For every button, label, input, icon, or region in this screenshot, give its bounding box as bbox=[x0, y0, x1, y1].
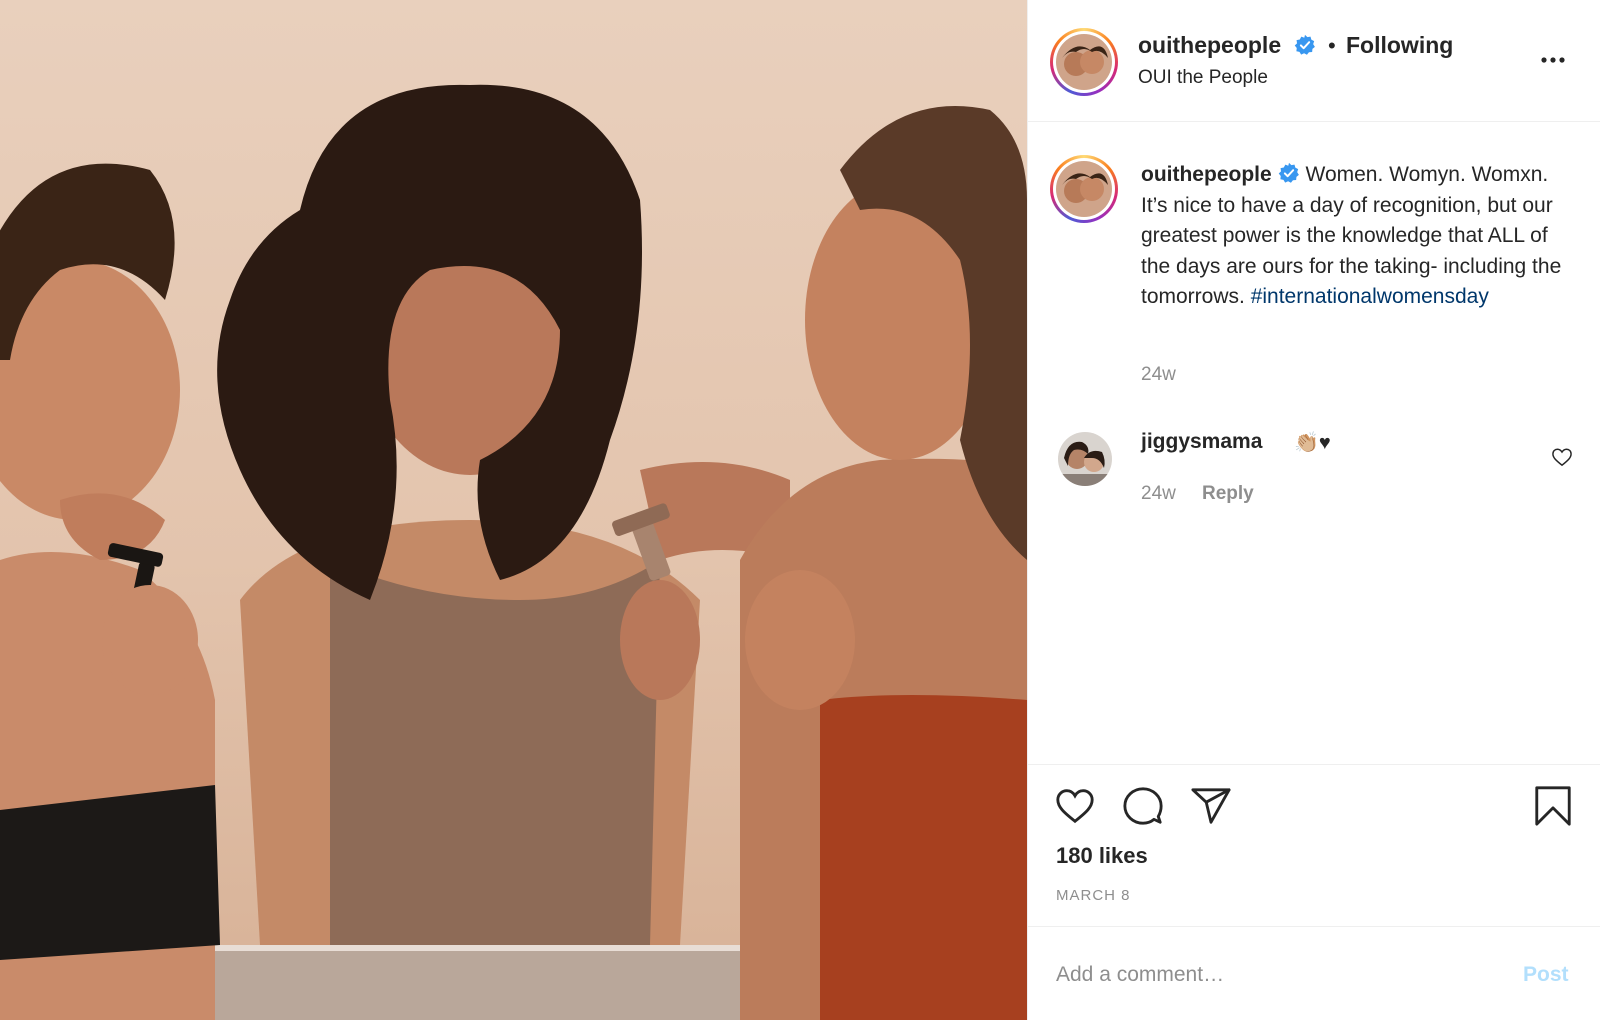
comment-timestamp[interactable]: 24w bbox=[1141, 483, 1176, 505]
caption-timestamp[interactable]: 24w bbox=[1141, 364, 1176, 386]
verified-badge-icon bbox=[1278, 162, 1299, 183]
comment-like-heart-icon[interactable] bbox=[1551, 447, 1573, 467]
add-comment-bar: Add a comment… Post bbox=[1028, 926, 1600, 1020]
header-separator: • bbox=[1328, 33, 1336, 58]
caption-avatar-image bbox=[1056, 161, 1112, 217]
author-avatar[interactable] bbox=[1050, 28, 1118, 96]
post-comment-button[interactable]: Post bbox=[1523, 963, 1569, 987]
post-photo-illustration bbox=[0, 84, 1027, 1020]
ellipsis-icon[interactable] bbox=[1538, 50, 1568, 70]
instagram-post: ouithepeople • Following OUI the People bbox=[0, 0, 1600, 1020]
post-photo[interactable] bbox=[0, 0, 1027, 1020]
author-display-name: OUI the People bbox=[1138, 67, 1268, 88]
comment-text: 👏🏼♥ bbox=[1294, 432, 1331, 454]
author-username-text[interactable]: ouithepeople bbox=[1138, 32, 1281, 58]
verified-badge-icon bbox=[1294, 34, 1315, 55]
comment-icon[interactable] bbox=[1122, 785, 1164, 827]
comment-avatar-image bbox=[1058, 432, 1112, 486]
post-caption: ouithepeople Women. Womyn. Womxn. It’s n… bbox=[1141, 160, 1571, 313]
comment-username[interactable]: jiggysmama bbox=[1141, 430, 1262, 454]
comment-avatar[interactable] bbox=[1058, 432, 1112, 486]
caption-hashtag[interactable]: #internationalwomensday bbox=[1251, 285, 1489, 308]
share-icon[interactable] bbox=[1190, 785, 1232, 827]
following-button[interactable]: Following bbox=[1346, 32, 1453, 59]
heart-icon[interactable] bbox=[1054, 785, 1096, 827]
post-header: ouithepeople • Following OUI the People bbox=[1028, 0, 1600, 122]
likes-count[interactable]: 180 likes bbox=[1056, 843, 1148, 869]
author-username[interactable]: ouithepeople bbox=[1138, 32, 1316, 59]
author-avatar-image bbox=[1056, 34, 1112, 90]
post-side-panel: ouithepeople • Following OUI the People bbox=[1027, 0, 1600, 1020]
post-actions bbox=[1028, 764, 1600, 826]
comment-reply-button[interactable]: Reply bbox=[1202, 483, 1254, 505]
post-date[interactable]: MARCH 8 bbox=[1056, 887, 1131, 904]
add-comment-input[interactable]: Add a comment… bbox=[1056, 963, 1224, 987]
caption-username[interactable]: ouithepeople bbox=[1141, 163, 1272, 186]
bookmark-icon[interactable] bbox=[1532, 785, 1574, 827]
caption-avatar[interactable] bbox=[1050, 155, 1118, 223]
